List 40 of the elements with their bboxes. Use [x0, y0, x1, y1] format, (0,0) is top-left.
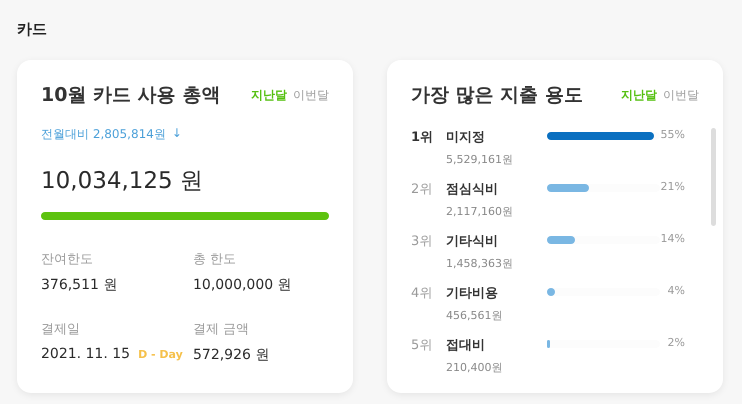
percent-label: 14%	[660, 232, 685, 247]
rank-label: 3위	[411, 233, 434, 251]
month-tab[interactable]: 지난달	[621, 86, 657, 104]
category-amount: 456,561원	[446, 308, 504, 323]
month-tab[interactable]: 지난달	[251, 86, 287, 104]
month-tab[interactable]: 이번달	[663, 86, 699, 104]
category-amount: 1,458,363원	[446, 256, 514, 271]
stat-value: 2021. 11. 15	[41, 346, 130, 362]
rank-label: 1위	[411, 129, 434, 147]
total-amount: 10,034,125 원	[41, 167, 204, 196]
category-name: 접대비	[446, 337, 486, 354]
percent-label: 21%	[660, 180, 685, 195]
stat-value: 572,926 원	[193, 346, 270, 364]
section-title: 카드	[17, 20, 48, 40]
category-name: 미지정	[446, 129, 486, 146]
category-name: 점심식비	[446, 181, 499, 198]
rank-label: 2위	[411, 181, 434, 199]
card-title: 10월 카드 사용 총액	[41, 83, 220, 108]
percent-label: 4%	[666, 284, 685, 299]
down-arrow-icon: ↓	[172, 126, 182, 143]
category-name: 기타비용	[446, 285, 499, 302]
card-title: 가장 많은 지출 용도	[411, 83, 583, 108]
category-name: 기타식비	[446, 233, 499, 250]
rank-label: 4위	[411, 285, 434, 303]
scrollbar[interactable]	[711, 128, 716, 226]
stat-value: 10,000,000 원	[193, 276, 292, 294]
comparison-text: 전월대비 2,805,814원	[41, 126, 166, 143]
stat-label: 총 한도	[193, 251, 238, 268]
stat-label: 결제일	[41, 321, 81, 338]
percent-label: 2%	[666, 336, 685, 351]
category-amount: 2,117,160원	[446, 204, 514, 219]
month-tab[interactable]: 이번달	[293, 86, 329, 104]
rank-label: 5위	[411, 337, 434, 355]
category-amount: 5,529,161원	[446, 152, 514, 167]
stat-value: 376,511 원	[41, 276, 118, 294]
stat-label: 잔여한도	[41, 251, 94, 268]
stat-label: 결제 금액	[193, 321, 250, 338]
percent-label: 55%	[660, 128, 685, 143]
category-amount: 210,400원	[446, 360, 504, 375]
d-day-label: D - Day	[138, 348, 183, 360]
